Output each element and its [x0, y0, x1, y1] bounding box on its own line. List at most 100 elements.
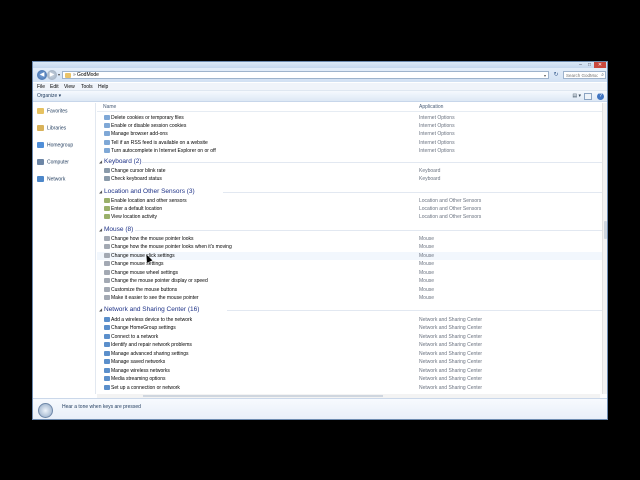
location-icon	[104, 198, 110, 203]
scrollbar-thumb[interactable]	[143, 395, 383, 397]
column-header-name[interactable]: Name	[103, 104, 116, 110]
library-icon	[37, 125, 44, 131]
list-item[interactable]: Enable or disable session cookies Interne…	[97, 122, 605, 130]
nav-item-homegroup[interactable]: Homegroup	[37, 142, 73, 149]
collapse-arrow-icon[interactable]: ◢	[99, 307, 102, 313]
menu-edit[interactable]: Edit	[50, 84, 59, 90]
network-icon	[104, 342, 110, 347]
network-icon	[104, 368, 110, 373]
selected-item-name: Hear a tone when keys are pressed	[62, 404, 141, 410]
location-icon	[104, 214, 110, 219]
mouse-icon	[104, 236, 110, 241]
refresh-icon[interactable]: ↻	[552, 71, 560, 79]
mouse-icon	[104, 295, 110, 300]
menu-tools[interactable]: Tools	[81, 84, 93, 90]
collapse-arrow-icon[interactable]: ◢	[99, 227, 102, 233]
list-item[interactable]: Change mouse click settings Mouse	[97, 252, 605, 260]
star-icon	[37, 108, 44, 114]
list-item[interactable]: Change the mouse pointer display or spee…	[97, 277, 605, 285]
recent-pages-dropdown-icon[interactable]: ▾	[58, 72, 60, 77]
group-header-mouse[interactable]: ◢ Mouse (8)	[97, 225, 605, 235]
group-divider	[142, 162, 603, 163]
navigation-pane: Favorites Libraries Homegroup Computer N…	[33, 103, 96, 394]
organize-button[interactable]: Organize ▾	[37, 93, 61, 100]
vertical-scrollbar[interactable]	[602, 103, 607, 394]
nav-item-libraries[interactable]: Libraries	[37, 125, 66, 132]
group-header-network[interactable]: ◢ Network and Sharing Center (16)	[97, 305, 605, 315]
list-item[interactable]: Customize the mouse buttons Mouse	[97, 286, 605, 294]
header-divider	[97, 111, 605, 112]
nav-item-label: Homegroup	[47, 142, 74, 149]
preview-pane-icon[interactable]	[584, 93, 592, 100]
menu-view[interactable]: View	[64, 84, 75, 90]
menu-bar: File Edit View Tools Help	[33, 83, 607, 91]
group-header-keyboard[interactable]: ◢ Keyboard (2)	[97, 157, 605, 167]
list-item[interactable]: Check keyboard status Keyboard	[97, 175, 605, 183]
menu-help[interactable]: Help	[98, 84, 108, 90]
address-dropdown-icon[interactable]: ▾	[544, 72, 546, 79]
breadcrumb-godmode[interactable]: GodMode	[77, 72, 99, 79]
back-arrow-icon[interactable]: ◀	[37, 70, 47, 80]
list-item[interactable]: Change how the mouse pointer looks when …	[97, 243, 605, 251]
list-item[interactable]: Media streaming options Network and Shari…	[97, 375, 605, 383]
list-item[interactable]: Manage wireless networks Network and Shar…	[97, 367, 605, 375]
list-item[interactable]: Change HomeGroup settings Network and Sha…	[97, 324, 605, 332]
list-item[interactable]: Change cursor blink rate Keyboard	[97, 167, 605, 175]
settings-icon	[104, 140, 110, 145]
list-item[interactable]: Add a wireless device to the network Netw…	[97, 316, 605, 324]
list-item[interactable]: Delete cookies or temporary files Interne…	[97, 114, 605, 122]
list-item[interactable]: Connect to a network Network and Sharing …	[97, 333, 605, 341]
list-item[interactable]: Turn autocomplete in Internet Explorer o…	[97, 147, 605, 155]
details-pane: Hear a tone when keys are pressed	[33, 398, 607, 419]
list-item[interactable]: Make it easier to see the mouse pointer M…	[97, 294, 605, 302]
list-item[interactable]: Change mouse settings Mouse	[97, 260, 605, 268]
mouse-icon	[104, 244, 110, 249]
list-item[interactable]: Enter a default location Location and Oth…	[97, 205, 605, 213]
group-divider	[223, 192, 603, 193]
network-icon	[104, 317, 110, 322]
list-item[interactable]: Enable location and other sensors Locatio…	[97, 197, 605, 205]
search-box[interactable]: ⌕	[563, 71, 606, 79]
column-header-application[interactable]: Application	[419, 104, 443, 110]
forward-arrow-icon[interactable]: ▶	[47, 70, 57, 80]
nav-item-computer[interactable]: Computer	[37, 159, 69, 166]
list-item[interactable]: Manage saved networks Network and Sharing…	[97, 358, 605, 366]
settings-icon	[104, 131, 110, 136]
group-header-location[interactable]: ◢ Location and Other Sensors (3)	[97, 187, 605, 197]
explorer-window: – □ ✕ ◀ ▶ ▾ » GodMode ▾ ↻ ⌕ File Edit Vi…	[32, 61, 608, 420]
list-item[interactable]: Change how the mouse pointer looks Mouse	[97, 235, 605, 243]
network-icon	[104, 385, 110, 390]
nav-item-network[interactable]: Network	[37, 176, 65, 183]
address-field[interactable]: » GodMode ▾	[62, 71, 549, 79]
list-item[interactable]: Manage advanced sharing settings Network …	[97, 350, 605, 358]
command-bar: Organize ▾ ▤ ▾ ?	[33, 91, 607, 102]
list-item[interactable]: Set up a connection or network Network an…	[97, 384, 605, 392]
nav-item-label: Computer	[47, 159, 69, 166]
search-input[interactable]	[566, 72, 598, 78]
mouse-icon	[104, 287, 110, 292]
network-icon	[104, 359, 110, 364]
location-icon	[104, 206, 110, 211]
scrollbar-thumb[interactable]	[604, 221, 607, 239]
search-icon[interactable]: ⌕	[601, 72, 604, 78]
mouse-icon	[104, 261, 110, 266]
change-view-icon[interactable]: ▤ ▾	[572, 93, 581, 100]
list-item[interactable]: Manage browser add-ons Internet Options	[97, 130, 605, 138]
address-bar: ◀ ▶ ▾ » GodMode ▾ ↻ ⌕	[33, 68, 607, 82]
collapse-arrow-icon[interactable]: ◢	[99, 159, 102, 165]
settings-icon	[104, 123, 110, 128]
mouse-icon	[104, 253, 110, 258]
mouse-icon	[104, 270, 110, 275]
help-icon[interactable]: ?	[597, 93, 604, 100]
network-icon	[104, 325, 110, 330]
list-item[interactable]: Identify and repair network problems Netw…	[97, 341, 605, 349]
nav-item-label: Libraries	[47, 125, 67, 132]
keyboard-icon	[104, 176, 110, 181]
list-item[interactable]: Tell if an RSS feed is available on a we…	[97, 139, 605, 147]
collapse-arrow-icon[interactable]: ◢	[99, 189, 102, 195]
nav-item-favorites[interactable]: Favorites	[37, 108, 68, 115]
menu-file[interactable]: File	[37, 84, 45, 90]
group-divider	[227, 310, 603, 311]
list-item[interactable]: View location activity Location and Other…	[97, 213, 605, 221]
list-item[interactable]: Change mouse wheel settings Mouse	[97, 269, 605, 277]
